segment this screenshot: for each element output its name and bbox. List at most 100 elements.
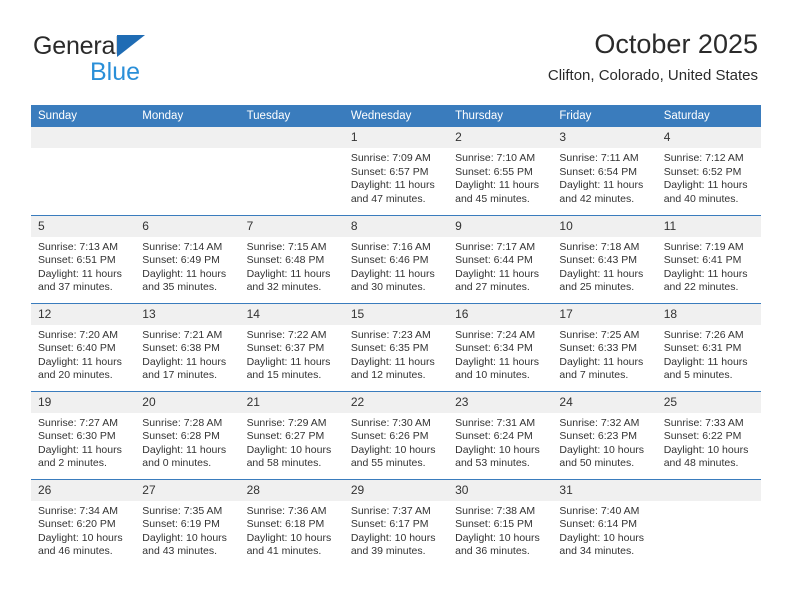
calendar-day-cell[interactable]: 15 Sunrise: 7:23 AM Sunset: 6:35 PM Dayligh… xyxy=(343,303,449,392)
day-detail-line: and 25 minutes. xyxy=(559,281,635,294)
calendar-day-cell[interactable]: 30 Sunrise: 7:38 AM Sunset: 6:15 PM Dayligh… xyxy=(448,479,553,567)
day-detail-line: and 40 minutes. xyxy=(663,192,739,205)
day-detail-line: Daylight: 11 hours xyxy=(663,267,748,280)
day-number xyxy=(239,127,344,148)
day-detail-line: Daylight: 11 hours xyxy=(246,267,331,280)
weekday-header-monday: Monday xyxy=(135,105,240,127)
day-number: 28 xyxy=(239,479,344,501)
day-detail-line: Sunrise: 7:25 AM xyxy=(559,328,640,341)
day-number: 27 xyxy=(135,479,240,501)
day-details: Sunrise: 7:11 AM Sunset: 6:54 PM Daylight:… xyxy=(552,148,656,206)
calendar-day-cell[interactable]: 11 Sunrise: 7:19 AM Sunset: 6:41 PM Dayligh… xyxy=(656,215,761,304)
calendar-day-cell[interactable]: 2 Sunrise: 7:10 AM Sunset: 6:55 PM Daylight… xyxy=(448,127,553,216)
weekday-header-saturday: Saturday xyxy=(656,105,761,127)
day-details: Sunrise: 7:20 AM Sunset: 6:40 PM Daylight:… xyxy=(31,325,135,383)
day-detail-line: and 58 minutes. xyxy=(246,457,322,470)
day-detail-line: Daylight: 10 hours xyxy=(455,443,540,456)
day-detail-line: Sunset: 6:34 PM xyxy=(455,342,533,355)
day-detail-line: Daylight: 11 hours xyxy=(350,179,435,192)
day-detail-line: Sunset: 6:28 PM xyxy=(142,430,220,443)
calendar-day-cell[interactable]: 25 Sunrise: 7:33 AM Sunset: 6:22 PM Dayligh… xyxy=(656,391,761,480)
day-details: Sunrise: 7:27 AM Sunset: 6:30 PM Daylight:… xyxy=(31,413,135,471)
day-detail-line: Daylight: 11 hours xyxy=(663,355,748,368)
day-number: 9 xyxy=(448,215,553,237)
day-details: Sunrise: 7:15 AM Sunset: 6:48 PM Daylight:… xyxy=(240,237,344,295)
day-number: 18 xyxy=(656,303,761,325)
calendar-day-cell[interactable]: 19 Sunrise: 7:27 AM Sunset: 6:30 PM Dayligh… xyxy=(31,391,136,480)
day-detail-line: Sunrise: 7:27 AM xyxy=(38,416,118,429)
calendar-day-cell[interactable]: 22 Sunrise: 7:30 AM Sunset: 6:26 PM Dayligh… xyxy=(343,391,449,480)
calendar-day-cell[interactable]: 9 Sunrise: 7:17 AM Sunset: 6:44 PM Daylight… xyxy=(448,215,553,304)
day-detail-line: and 5 minutes. xyxy=(663,369,733,382)
calendar-day-cell[interactable]: 7 Sunrise: 7:15 AM Sunset: 6:48 PM Daylight… xyxy=(239,215,344,304)
weekday-header-tuesday: Tuesday xyxy=(239,105,344,127)
calendar-day-cell[interactable]: 14 Sunrise: 7:22 AM Sunset: 6:37 PM Dayligh… xyxy=(239,303,344,392)
day-detail-line: Sunset: 6:46 PM xyxy=(350,254,429,267)
day-number: 16 xyxy=(448,303,553,325)
calendar-day-cell[interactable]: 31 Sunrise: 7:40 AM Sunset: 6:14 PM Dayligh… xyxy=(552,479,657,567)
day-detail-line: Sunset: 6:54 PM xyxy=(559,165,638,178)
day-detail-line: Sunset: 6:55 PM xyxy=(455,165,533,178)
calendar-day-cell[interactable]: 3 Sunrise: 7:11 AM Sunset: 6:54 PM Daylight… xyxy=(552,127,657,216)
calendar-day-cell[interactable]: 23 Sunrise: 7:31 AM Sunset: 6:24 PM Dayligh… xyxy=(448,391,553,480)
calendar-day-cell[interactable]: 24 Sunrise: 7:32 AM Sunset: 6:23 PM Dayligh… xyxy=(552,391,657,480)
day-details: Sunrise: 7:31 AM Sunset: 6:24 PM Daylight:… xyxy=(448,413,552,471)
calendar-day-cell[interactable]: 13 Sunrise: 7:21 AM Sunset: 6:38 PM Dayligh… xyxy=(135,303,240,392)
day-details: Sunrise: 7:24 AM Sunset: 6:34 PM Daylight:… xyxy=(448,325,552,383)
day-detail-line: Daylight: 11 hours xyxy=(559,355,644,368)
calendar-day-cell[interactable]: 5 Sunrise: 7:13 AM Sunset: 6:51 PM Daylight… xyxy=(31,215,136,304)
day-detail-line: Sunset: 6:30 PM xyxy=(38,430,116,443)
calendar-day-cell[interactable]: 26 Sunrise: 7:34 AM Sunset: 6:20 PM Dayligh… xyxy=(31,479,136,567)
calendar-day-cell[interactable]: 20 Sunrise: 7:28 AM Sunset: 6:28 PM Dayligh… xyxy=(135,391,240,480)
day-detail-line: and 17 minutes. xyxy=(142,369,217,382)
day-detail-line: Sunset: 6:48 PM xyxy=(246,254,325,267)
day-detail-line: and 2 minutes. xyxy=(38,457,107,470)
day-detail-line: Sunrise: 7:38 AM xyxy=(455,504,536,517)
day-detail-line: and 43 minutes. xyxy=(142,545,217,558)
day-detail-line: Sunrise: 7:21 AM xyxy=(142,328,223,341)
calendar-day-cell[interactable]: 12 Sunrise: 7:20 AM Sunset: 6:40 PM Dayligh… xyxy=(31,303,136,392)
weekday-header-friday: Friday xyxy=(552,105,657,127)
calendar-week-row: 26 Sunrise: 7:34 AM Sunset: 6:20 PM Dayligh… xyxy=(31,479,761,567)
day-detail-line: Sunset: 6:43 PM xyxy=(559,254,638,267)
day-detail-line: Sunrise: 7:16 AM xyxy=(350,240,431,253)
calendar-day-cell[interactable]: 18 Sunrise: 7:26 AM Sunset: 6:31 PM Dayligh… xyxy=(656,303,761,392)
weekday-header-sunday: Sunday xyxy=(31,105,136,127)
day-detail-line: Sunrise: 7:18 AM xyxy=(559,240,640,253)
calendar-day-cell[interactable]: 8 Sunrise: 7:16 AM Sunset: 6:46 PM Daylight… xyxy=(343,215,449,304)
calendar-day-cell[interactable]: 16 Sunrise: 7:24 AM Sunset: 6:34 PM Dayligh… xyxy=(448,303,553,392)
day-detail-line: Sunrise: 7:10 AM xyxy=(455,152,536,164)
logo-text-general: General xyxy=(33,32,121,60)
calendar-day-cell[interactable]: 1 Sunrise: 7:09 AM Sunset: 6:57 PM Daylight… xyxy=(343,127,449,216)
day-detail-line: Daylight: 11 hours xyxy=(142,267,227,280)
calendar-cell-empty xyxy=(31,127,136,216)
calendar-day-cell[interactable]: 4 Sunrise: 7:12 AM Sunset: 6:52 PM Daylight… xyxy=(656,127,761,216)
day-number: 8 xyxy=(343,215,449,237)
day-detail-line: Daylight: 11 hours xyxy=(455,179,539,192)
day-number: 11 xyxy=(656,215,761,237)
day-detail-line: Sunset: 6:33 PM xyxy=(559,342,638,355)
weekday-header-thursday: Thursday xyxy=(448,105,553,127)
day-detail-line: Daylight: 10 hours xyxy=(663,443,749,456)
day-detail-line: Sunset: 6:19 PM xyxy=(142,518,220,531)
day-detail-line: and 46 minutes. xyxy=(38,545,113,558)
calendar-day-cell[interactable]: 27 Sunrise: 7:35 AM Sunset: 6:19 PM Dayligh… xyxy=(135,479,240,567)
calendar-day-cell[interactable]: 28 Sunrise: 7:36 AM Sunset: 6:18 PM Dayligh… xyxy=(239,479,344,567)
day-detail-line: and 34 minutes. xyxy=(559,545,635,558)
day-number: 4 xyxy=(656,127,761,148)
day-details: Sunrise: 7:29 AM Sunset: 6:27 PM Daylight:… xyxy=(240,413,344,471)
day-detail-line: and 0 minutes. xyxy=(142,457,212,470)
day-details: Sunrise: 7:30 AM Sunset: 6:26 PM Daylight:… xyxy=(344,413,448,471)
day-detail-line: Daylight: 10 hours xyxy=(559,531,645,544)
day-details: Sunrise: 7:26 AM Sunset: 6:31 PM Daylight:… xyxy=(657,325,761,383)
day-detail-line: Sunrise: 7:32 AM xyxy=(559,416,640,429)
calendar-day-cell[interactable]: 17 Sunrise: 7:25 AM Sunset: 6:33 PM Dayligh… xyxy=(552,303,657,392)
calendar-day-cell[interactable]: 10 Sunrise: 7:18 AM Sunset: 6:43 PM Dayligh… xyxy=(552,215,657,304)
logo[interactable]: General Blue xyxy=(33,32,233,90)
day-number: 19 xyxy=(31,391,136,413)
day-number: 6 xyxy=(135,215,240,237)
calendar-day-cell[interactable]: 29 Sunrise: 7:37 AM Sunset: 6:17 PM Dayligh… xyxy=(343,479,449,567)
calendar-day-cell[interactable]: 6 Sunrise: 7:14 AM Sunset: 6:49 PM Daylight… xyxy=(135,215,240,304)
calendar-day-cell[interactable]: 21 Sunrise: 7:29 AM Sunset: 6:27 PM Dayligh… xyxy=(239,391,344,480)
day-number: 24 xyxy=(552,391,657,413)
